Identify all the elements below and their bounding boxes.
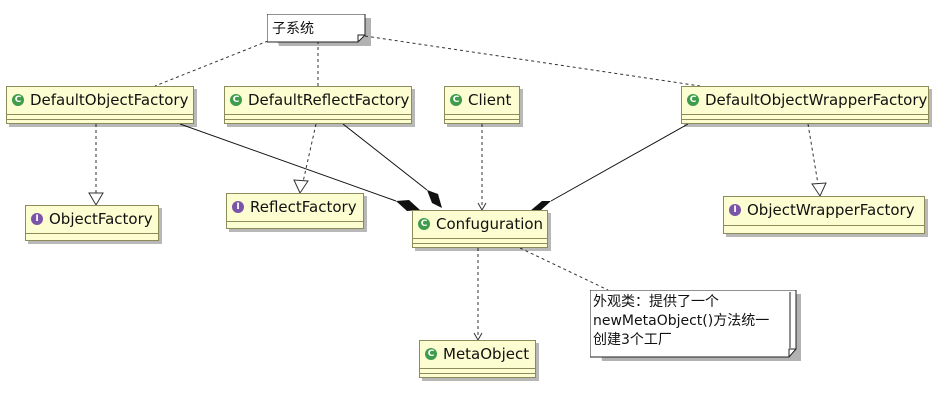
class-icon: C (425, 348, 437, 360)
class-name: DefaultReflectFactory (248, 91, 410, 109)
class-name: Client (468, 91, 512, 109)
facade-note-line: newMetaObject()方法统一 (593, 313, 770, 329)
interface-name: ObjectWrapperFactory (747, 201, 915, 219)
facade-note-line: 外观类：提供了一个 (593, 294, 719, 310)
class-name: MetaObject (443, 345, 530, 363)
facade-note: 外观类：提供了一个 newMetaObject()方法统一 创建3个工厂 (590, 290, 802, 362)
note-link-configuration (519, 247, 609, 291)
class-name: DefaultObjectFactory (30, 91, 189, 109)
interface-icon: I (31, 213, 43, 225)
realization-arrowhead (293, 179, 309, 195)
interface-object-wrapper-factory[interactable]: I ObjectWrapperFactory (723, 196, 925, 234)
class-icon: C (418, 218, 430, 230)
interface-object-factory[interactable]: I ObjectFactory (25, 205, 159, 241)
composition-reflect-factory (342, 123, 428, 191)
class-default-object-wrapper-factory[interactable]: C DefaultObjectWrapperFactory (681, 86, 929, 124)
interface-name: ReflectFactory (250, 198, 357, 216)
class-icon: C (230, 94, 242, 106)
composition-diamond (427, 190, 442, 208)
class-icon: C (12, 94, 24, 106)
realization-wrapper-factory (807, 123, 819, 185)
class-default-object-factory[interactable]: C DefaultObjectFactory (6, 86, 194, 124)
interface-icon: I (729, 204, 741, 216)
subsystem-note-text: 子系统 (272, 21, 314, 37)
interface-icon: I (232, 201, 244, 213)
class-name: DefaultObjectWrapperFactory (705, 91, 928, 109)
realization-reflect-factory (302, 123, 317, 183)
class-meta-object[interactable]: C MetaObject (419, 340, 536, 378)
composition-wrapper-factory (550, 123, 689, 202)
interface-name: ObjectFactory (49, 210, 153, 228)
class-client[interactable]: C Client (444, 86, 520, 124)
class-confuguration[interactable]: C Confuguration (412, 210, 548, 248)
subsystem-note: 子系统 (267, 14, 371, 46)
class-name: Confuguration (436, 215, 544, 233)
interface-reflect-factory[interactable]: I ReflectFactory (226, 193, 364, 229)
note-link-object-factory (154, 40, 269, 87)
facade-note-line: 创建3个工厂 (593, 332, 672, 348)
realization-arrowhead (88, 192, 104, 206)
note-link-wrapper-factory (364, 35, 701, 87)
realization-arrowhead (811, 182, 827, 198)
class-icon: C (450, 94, 462, 106)
composition-object-factory (179, 123, 397, 202)
class-default-reflect-factory[interactable]: C DefaultReflectFactory (224, 86, 412, 124)
class-icon: C (687, 94, 699, 106)
